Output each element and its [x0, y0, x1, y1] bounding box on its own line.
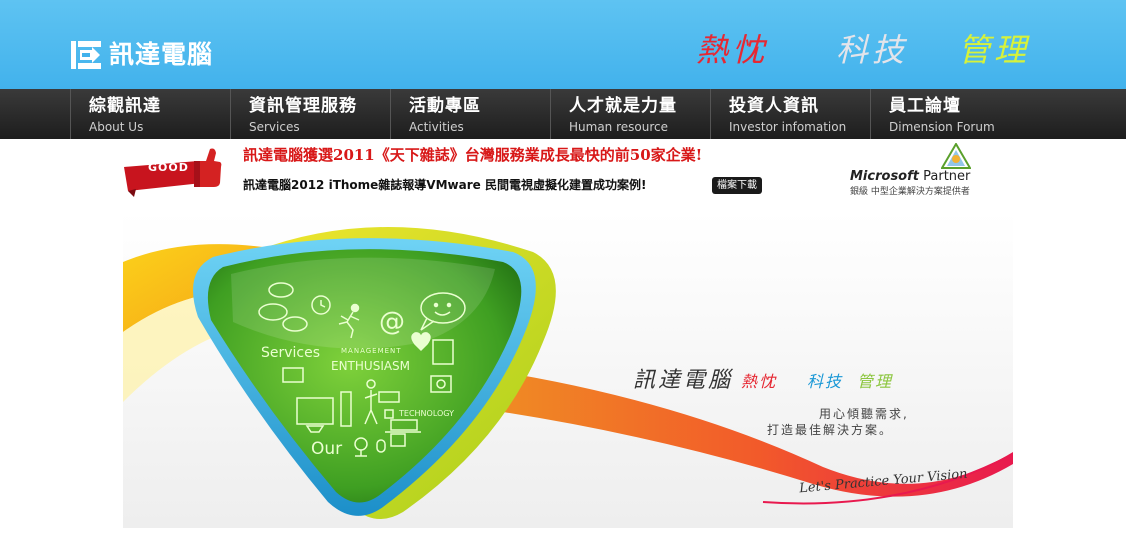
banner-company-name: 訊達電腦 — [633, 368, 734, 393]
partner-word: Partner — [923, 169, 971, 184]
at-sign-icon: @ — [379, 307, 405, 337]
triangle-label-enthusiasm: ENTHUSIASM — [331, 359, 411, 373]
logo-icon — [71, 41, 101, 69]
partner-subtitle: 銀級 中型企業解決方案提供者 — [850, 187, 970, 197]
download-button[interactable]: 檔案下載 — [712, 177, 762, 194]
slogan-enthusiasm: 熱忱 — [696, 31, 769, 69]
nav-label-zh: 投資人資訊 — [729, 96, 819, 116]
nav-label-en: Dimension Forum — [889, 120, 995, 134]
nav-item-about[interactable]: 綜觀訊達 About Us — [70, 89, 230, 139]
partner-logo-icon — [941, 143, 971, 169]
triangle-label-technology: TECHNOLOGY — [399, 409, 454, 418]
nav-item-human-resource[interactable]: 人才就是力量 Human resource — [550, 89, 710, 139]
company-logo[interactable]: 訊達電腦 — [70, 38, 213, 72]
banner-slogan-management: 管理 — [857, 372, 894, 391]
news-headline-link[interactable]: 訊達電腦獲選2011《天下雜誌》台灣服務業成長最快的前50家企業! — [243, 145, 702, 165]
nav-label-zh: 人才就是力量 — [569, 96, 677, 116]
nav-label-en: Services — [249, 120, 300, 134]
nav-item-investor[interactable]: 投資人資訊 Investor infomation — [710, 89, 870, 139]
nav-label-en: About Us — [89, 120, 144, 134]
triangle-label-management: MANAGEMENT — [341, 347, 402, 355]
nav-label-en: Human resource — [569, 120, 668, 134]
banner-tagline-line2: 打造最佳解決方案。 — [767, 423, 894, 437]
top-header: 訊達電腦 熱忱 科技 管理 — [0, 0, 1126, 89]
nav-label-en: Activities — [409, 120, 464, 134]
microsoft-partner-label: Microsoft Partner — [850, 169, 970, 185]
banner-slogan-enthusiasm: 熱忱 — [741, 372, 778, 391]
nav-item-services[interactable]: 資訊管理服務 Services — [230, 89, 390, 139]
nav-label-zh: 綜觀訊達 — [89, 96, 161, 116]
banner-tagline-line1: 用心傾聽需求, — [819, 407, 909, 421]
triangle-label-services: Services — [261, 345, 321, 361]
nav-label-zh: 活動專區 — [409, 96, 481, 116]
nav-label-zh: 資訊管理服務 — [249, 96, 357, 116]
nav-item-forum[interactable]: 員工論壇 Dimension Forum — [870, 89, 1030, 139]
nav-label-zh: 員工論壇 — [889, 96, 961, 116]
good-badge-label: GOOD — [148, 161, 189, 174]
news-subline-link[interactable]: 訊達電腦2012 iThome雜誌報導VMware 民間電視虛擬化建置成功案例! — [243, 177, 646, 193]
logo-text: 訊達電腦 — [109, 40, 214, 69]
nav-label-en: Investor infomation — [729, 120, 847, 134]
main-nav: 綜觀訊達 About Us 資訊管理服務 Services 活動專區 Activ… — [0, 89, 1126, 139]
nav-item-activities[interactable]: 活動專區 Activities — [390, 89, 550, 139]
runner-icon — [350, 303, 360, 313]
banner-slogan-technology: 科技 — [807, 372, 844, 391]
partner-brand: Microsoft — [850, 169, 919, 184]
news-strip: GOOD 訊達電腦獲選2011《天下雜誌》台灣服務業成長最快的前50家企業! 訊… — [0, 139, 1126, 211]
slogan-management: 管理 — [958, 31, 1031, 69]
hero-banner[interactable]: @ Services MANAGEMENT ENTHUSIASM TECHNOL… — [123, 212, 1013, 528]
slogan-technology: 科技 — [836, 31, 909, 69]
triangle-label-our: Our — [311, 439, 343, 459]
